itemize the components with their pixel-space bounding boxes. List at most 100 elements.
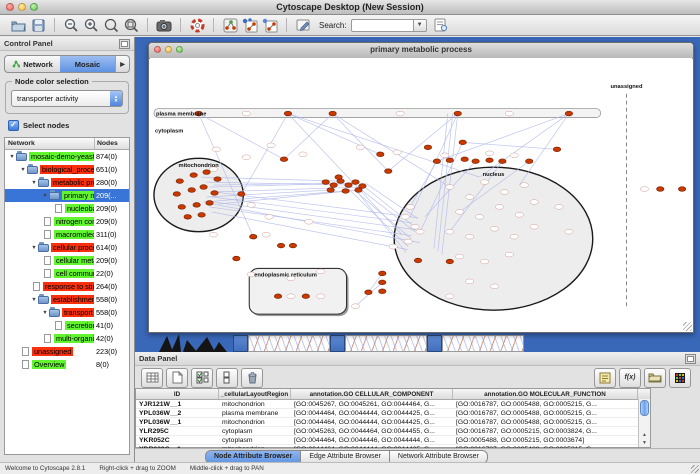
- save-icon[interactable]: [28, 16, 48, 34]
- tree-expander-icon[interactable]: ▼: [19, 167, 27, 173]
- network-node-small[interactable]: [262, 232, 270, 237]
- network-node-small[interactable]: [640, 187, 648, 192]
- zoom-out-icon[interactable]: [61, 16, 81, 34]
- network-node[interactable]: [342, 189, 349, 194]
- float-panel-icon[interactable]: [685, 354, 696, 364]
- network-node-small[interactable]: [555, 205, 563, 210]
- network-edit-a-icon[interactable]: [240, 16, 260, 34]
- tab-network[interactable]: Network: [5, 56, 60, 72]
- network-node-small[interactable]: [505, 252, 513, 257]
- tree-row[interactable]: response to stimulu264(0): [5, 280, 129, 293]
- tree-row[interactable]: nitrogen compo209(0): [5, 215, 129, 228]
- network-node[interactable]: [203, 170, 210, 175]
- network-node-small[interactable]: [510, 234, 518, 239]
- network-node-small[interactable]: [247, 203, 255, 208]
- open-file-icon[interactable]: [8, 16, 28, 34]
- network-node-small[interactable]: [505, 111, 513, 116]
- network-node[interactable]: [184, 215, 191, 220]
- network-node-small[interactable]: [456, 254, 464, 259]
- network-node[interactable]: [198, 213, 205, 218]
- tree-row[interactable]: cellular metabo209(0): [5, 254, 129, 267]
- function-builder-icon[interactable]: f(x): [619, 368, 641, 388]
- network-node-small[interactable]: [317, 269, 325, 274]
- minimized-window-preview[interactable]: [442, 335, 524, 352]
- network-node[interactable]: [193, 203, 200, 208]
- network-node[interactable]: [280, 157, 287, 162]
- network-node[interactable]: [461, 157, 468, 162]
- network-node[interactable]: [327, 188, 334, 193]
- network-node-small[interactable]: [299, 152, 307, 157]
- tree-row[interactable]: ▼transport558(0): [5, 306, 129, 319]
- network-node-small[interactable]: [411, 224, 419, 229]
- tree-row[interactable]: ▼cellular process614(0): [5, 241, 129, 254]
- network-node-small[interactable]: [520, 183, 528, 188]
- tree-row[interactable]: Overview8(0): [5, 358, 129, 371]
- network-node-small[interactable]: [212, 147, 220, 152]
- network-node-small[interactable]: [510, 153, 518, 158]
- window-resize-grip[interactable]: [683, 322, 692, 331]
- tree-expander-icon[interactable]: ▼: [41, 310, 49, 316]
- network-node[interactable]: [322, 180, 329, 185]
- network-node[interactable]: [565, 111, 572, 116]
- network-node-small[interactable]: [406, 205, 414, 210]
- network-node[interactable]: [553, 147, 560, 152]
- network-node[interactable]: [379, 271, 386, 276]
- network-node[interactable]: [385, 169, 392, 174]
- network-node[interactable]: [188, 188, 195, 193]
- tab-overflow-button[interactable]: ▶: [115, 56, 129, 72]
- delete-attribute-icon[interactable]: [241, 368, 263, 388]
- scrollbar-thumb[interactable]: [640, 400, 649, 416]
- network-node[interactable]: [345, 183, 352, 188]
- network-node[interactable]: [329, 111, 336, 116]
- zoom-selected-icon[interactable]: [101, 16, 121, 34]
- network-node-small[interactable]: [456, 209, 464, 214]
- network-node[interactable]: [335, 175, 342, 180]
- network-node[interactable]: [200, 185, 207, 190]
- tree-row[interactable]: unassigned223(0): [5, 345, 129, 358]
- network-node-small[interactable]: [389, 244, 397, 249]
- network-node-small[interactable]: [465, 195, 473, 200]
- network-node-small[interactable]: [530, 224, 538, 229]
- table-scrollbar[interactable]: ▲ ▼: [638, 399, 650, 447]
- tree-expander-icon[interactable]: ▼: [30, 180, 38, 186]
- import-attributes-icon[interactable]: [644, 368, 666, 388]
- network-node[interactable]: [178, 205, 185, 210]
- tree-row[interactable]: secretion41(0): [5, 319, 129, 332]
- network-node[interactable]: [277, 243, 284, 248]
- network-node-small[interactable]: [465, 234, 473, 239]
- minimized-window-preview[interactable]: [345, 335, 427, 352]
- create-attribute-icon[interactable]: [166, 368, 188, 388]
- network-node[interactable]: [424, 145, 431, 150]
- network-node-small[interactable]: [495, 205, 503, 210]
- network-node[interactable]: [233, 256, 240, 261]
- tree-row[interactable]: ▼mosaic-demo-yeast874(0): [5, 150, 129, 163]
- network-node-small[interactable]: [401, 214, 409, 219]
- network-node[interactable]: [302, 294, 309, 299]
- annotation-icon[interactable]: [293, 16, 313, 34]
- network-node-small[interactable]: [209, 232, 217, 237]
- network-node[interactable]: [459, 140, 466, 145]
- scroll-down-icon[interactable]: ▼: [639, 439, 650, 447]
- network-node-small[interactable]: [393, 150, 401, 155]
- tree-row[interactable]: ▼biological_process651(0): [5, 163, 129, 176]
- network-node[interactable]: [446, 158, 453, 163]
- column-header-region[interactable]: _cellularLayoutRegion: [219, 389, 291, 399]
- app-resize-grip[interactable]: [691, 465, 699, 473]
- select-all-attributes-icon[interactable]: [191, 368, 213, 388]
- minimized-window-icon[interactable]: [330, 335, 345, 352]
- search-input[interactable]: [351, 19, 413, 32]
- tab-mosaic[interactable]: Mosaic: [60, 56, 115, 72]
- network-node[interactable]: [211, 191, 218, 196]
- tree-expander-icon[interactable]: ▼: [8, 154, 16, 160]
- network-node-small[interactable]: [416, 229, 424, 234]
- network-window-titlebar[interactable]: primary metabolic process: [149, 43, 693, 59]
- tree-column-nodes[interactable]: Nodes: [95, 140, 129, 147]
- float-panel-icon[interactable]: [119, 39, 130, 49]
- attribute-matrix-icon[interactable]: [669, 368, 691, 388]
- table-row[interactable]: YLR295Ccytoplasm[GO:0045263, GO:0044464,…: [136, 427, 650, 436]
- tree-expander-icon[interactable]: ▼: [30, 297, 38, 303]
- help-ring-icon[interactable]: [187, 16, 207, 34]
- network-node-small[interactable]: [500, 190, 508, 195]
- network-node[interactable]: [355, 188, 362, 193]
- network-node-small[interactable]: [565, 229, 573, 234]
